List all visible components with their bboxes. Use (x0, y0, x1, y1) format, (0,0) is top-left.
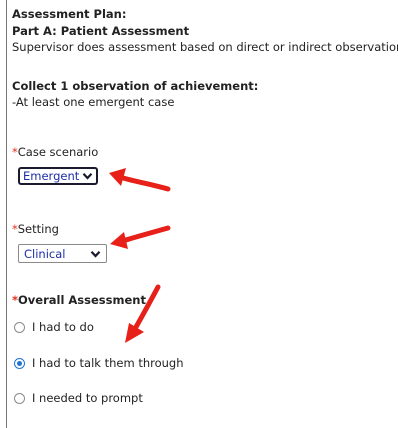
radio-option-1[interactable]: I had to do (14, 319, 94, 335)
radio-option-3[interactable]: I needed to prompt (14, 390, 143, 406)
setting-select[interactable]: Clinical (18, 244, 107, 263)
red-arrow-icon (125, 284, 161, 343)
red-arrow-icon (109, 168, 171, 192)
radio-button[interactable] (14, 321, 25, 333)
radio-button[interactable] (14, 392, 25, 404)
chevron-down-icon (82, 173, 93, 180)
setting-selected: Clinical (24, 246, 66, 261)
requirement-item: -At least one emergent case (12, 95, 175, 109)
case-scenario-select[interactable]: Emergent (18, 167, 99, 185)
setting-label-text: Setting (17, 222, 59, 236)
assessment-description: Supervisor does assessment based on dire… (12, 40, 398, 54)
chevron-down-icon (90, 250, 101, 258)
radio-option-2[interactable]: I had to talk them through (14, 355, 184, 371)
radio-option-label: I had to talk them through (32, 356, 184, 370)
assessment-plan-heading: Assessment Plan: (12, 7, 127, 21)
part-title: Part A: Patient Assessment (12, 24, 190, 38)
case-scenario-selected: Emergent (23, 169, 80, 183)
red-arrow-icon (110, 225, 171, 249)
radio-button-selected[interactable] (14, 357, 25, 369)
radio-option-label: I had to do (32, 320, 94, 334)
setting-label: *Setting (12, 222, 59, 236)
case-scenario-label-text: Case scenario (17, 145, 99, 159)
radio-option-label: I needed to prompt (32, 391, 143, 405)
case-scenario-label: *Case scenario (12, 145, 98, 159)
form-panel: Assessment Plan: Part A: Patient Assessm… (6, 0, 398, 428)
requirements-heading: Collect 1 observation of achievement: (12, 79, 259, 93)
